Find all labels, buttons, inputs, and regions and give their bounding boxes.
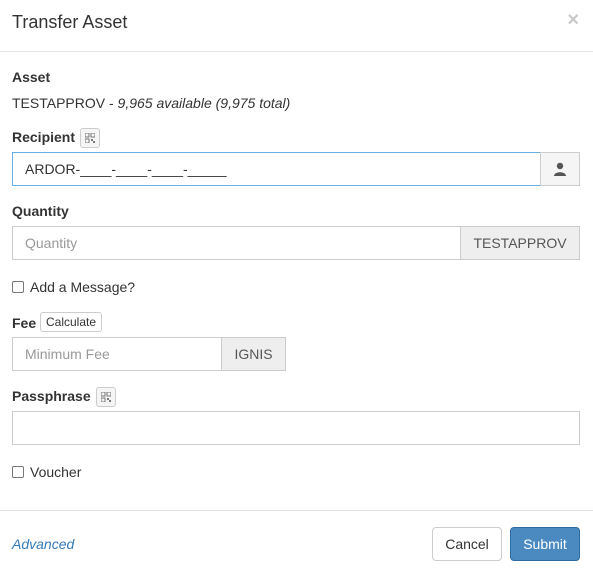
dialog-footer: Advanced Cancel Submit	[0, 510, 593, 573]
quantity-unit: TESTAPPROV	[460, 226, 580, 260]
fee-label: Fee	[12, 315, 37, 331]
fee-unit: IGNIS	[221, 337, 286, 371]
asset-name: TESTAPPROV	[12, 95, 106, 111]
quantity-input[interactable]: Quantity	[12, 226, 461, 260]
add-message-row[interactable]: Add a Message?	[12, 279, 135, 295]
user-icon[interactable]	[540, 152, 580, 186]
recipient-label: Recipient	[12, 129, 76, 145]
quantity-label: Quantity	[12, 203, 69, 219]
voucher-label[interactable]: Voucher	[30, 464, 81, 480]
recipient-input[interactable]: ARDOR-____-____-____-_____	[12, 152, 541, 186]
add-message-checkbox[interactable]	[12, 281, 24, 293]
passphrase-input[interactable]	[12, 411, 580, 445]
asset-separator: -	[105, 95, 118, 111]
voucher-checkbox[interactable]	[12, 466, 24, 478]
passphrase-qr-code-icon[interactable]	[96, 387, 116, 407]
passphrase-label: Passphrase	[12, 388, 91, 404]
asset-label: Asset	[12, 69, 51, 85]
qr-code-icon[interactable]	[80, 128, 100, 148]
advanced-link[interactable]: Advanced	[12, 536, 74, 552]
fee-input[interactable]: Minimum Fee	[12, 337, 222, 371]
transfer-asset-dialog: Transfer Asset × Asset TESTAPPROV - 9,96…	[0, 0, 593, 573]
quantity-placeholder: Quantity	[25, 235, 78, 251]
calculate-button[interactable]: Calculate	[40, 312, 103, 332]
fee-placeholder: Minimum Fee	[25, 346, 110, 362]
close-icon[interactable]: ×	[567, 10, 579, 30]
voucher-row[interactable]: Voucher	[12, 464, 81, 480]
recipient-value: ARDOR-____-____-____-_____	[25, 161, 227, 177]
dialog-header: Transfer Asset ×	[0, 0, 593, 52]
asset-availability: 9,965 available (9,975 total)	[117, 95, 291, 111]
submit-button[interactable]: Submit	[510, 527, 580, 561]
dialog-title: Transfer Asset	[12, 12, 128, 32]
cancel-button[interactable]: Cancel	[432, 527, 502, 561]
add-message-label[interactable]: Add a Message?	[30, 279, 135, 295]
asset-info: TESTAPPROV - 9,965 available (9,975 tota…	[12, 95, 290, 111]
